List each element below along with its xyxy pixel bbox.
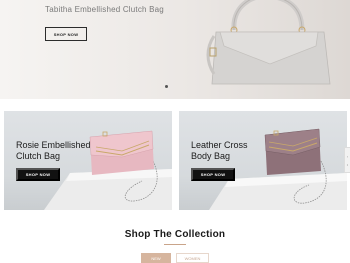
settings-icon: •: [346, 161, 349, 167]
slider-dot[interactable]: [165, 85, 168, 88]
promo-title: Rosie Embellished Clutch Bag: [16, 140, 91, 161]
leather-cross-shop-now-button[interactable]: SHOP NOW: [191, 168, 235, 181]
hero-title: Tabitha Embellished Clutch Bag: [45, 5, 164, 14]
tab-women[interactable]: WOMEN: [176, 253, 209, 263]
side-floating-tab[interactable]: ‹ •: [344, 147, 350, 173]
collection-title: Shop The Collection: [124, 229, 226, 240]
hero-handbag-image: [206, 0, 331, 85]
chevron-left-icon: ‹: [346, 153, 349, 159]
promo-card-leather-cross[interactable]: Leather Cross Body Bag SHOP NOW: [179, 111, 347, 210]
rosie-shop-now-button[interactable]: SHOP NOW: [16, 168, 60, 181]
tab-new[interactable]: NEW: [141, 253, 171, 263]
hero-banner: Tabitha Embellished Clutch Bag SHOP NOW: [0, 0, 350, 99]
promo-title: Leather Cross Body Bag: [191, 140, 248, 161]
hero-shop-now-button[interactable]: SHOP NOW: [45, 27, 87, 41]
promo-card-rosie[interactable]: Rosie Embellished Clutch Bag SHOP NOW: [4, 111, 172, 210]
title-underline: [164, 244, 186, 245]
